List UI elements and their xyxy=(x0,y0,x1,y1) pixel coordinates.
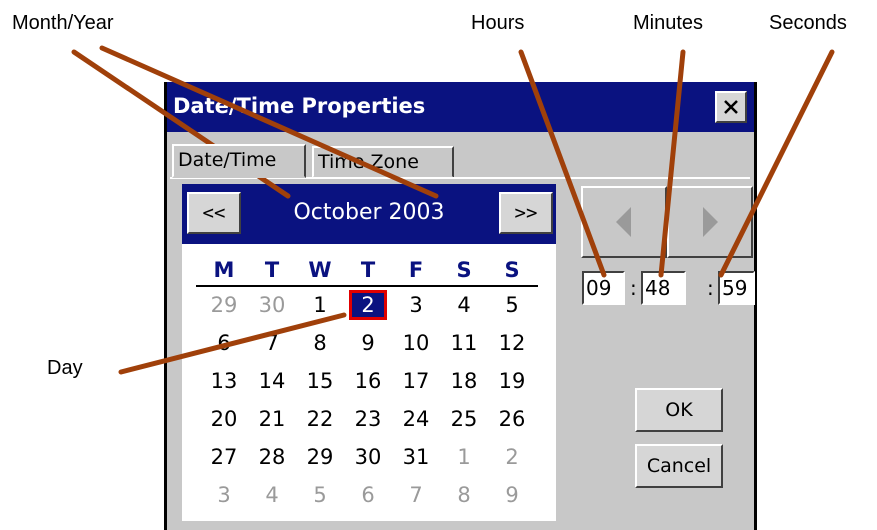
tab-time-zone[interactable]: Time Zone xyxy=(312,146,454,178)
selected-day-number: 2 xyxy=(361,293,375,317)
callout-month-year: Month/Year xyxy=(12,12,114,34)
day-of-week-header: MTWTFSS xyxy=(200,258,536,282)
calendar-day[interactable]: 19 xyxy=(488,366,536,396)
time-increment-button[interactable] xyxy=(667,186,753,258)
triangle-left-icon xyxy=(616,207,631,237)
calendar-day[interactable]: 3 xyxy=(200,480,248,510)
calendar-day[interactable]: 7 xyxy=(248,328,296,358)
seconds-field[interactable]: 59 xyxy=(718,271,755,305)
calendar-day[interactable]: 3 xyxy=(392,290,440,320)
calendar-day[interactable]: 10 xyxy=(392,328,440,358)
calendar-day[interactable]: 5 xyxy=(296,480,344,510)
title-bar: Date/Time Properties xyxy=(167,82,754,132)
calendar-day[interactable]: 6 xyxy=(344,480,392,510)
close-button[interactable] xyxy=(715,91,747,123)
day-of-week-label: S xyxy=(504,258,520,282)
calendar-day[interactable]: 9 xyxy=(488,480,536,510)
calendar-day[interactable]: 31 xyxy=(392,442,440,472)
day-of-week-divider xyxy=(196,285,538,287)
calendar-day[interactable]: 30 xyxy=(344,442,392,472)
callout-seconds: Seconds xyxy=(769,12,847,34)
hours-field[interactable]: 09 xyxy=(582,271,625,305)
calendar-day[interactable]: 5 xyxy=(488,290,536,320)
calendar-day[interactable]: 26 xyxy=(488,404,536,434)
time-separator: : xyxy=(630,276,637,300)
time-decrement-button[interactable] xyxy=(581,186,667,258)
callout-hours: Hours xyxy=(471,12,525,34)
calendar-day[interactable]: 29 xyxy=(296,442,344,472)
calendar-day[interactable]: 27 xyxy=(200,442,248,472)
month-calendar: << October 2003 >> MTWTFSS 29 30 1 2 3 4 5 6 7 8 9… xyxy=(182,184,556,521)
calendar-day[interactable]: 23 xyxy=(344,404,392,434)
minutes-field[interactable]: 48 xyxy=(641,271,686,305)
day-of-week-label: T xyxy=(264,258,280,282)
calendar-day[interactable]: 1 xyxy=(440,442,488,472)
calendar-day[interactable]: 2 xyxy=(488,442,536,472)
calendar-day[interactable]: 29 xyxy=(200,290,248,320)
dialog-title: Date/Time Properties xyxy=(173,94,426,118)
calendar-day[interactable]: 24 xyxy=(392,404,440,434)
next-month-button[interactable]: >> xyxy=(499,192,553,234)
calendar-day[interactable]: 22 xyxy=(296,404,344,434)
calendar-day[interactable]: 30 xyxy=(248,290,296,320)
calendar-day[interactable]: 17 xyxy=(392,366,440,396)
calendar-day[interactable]: 18 xyxy=(440,366,488,396)
previous-month-button[interactable]: << xyxy=(187,192,241,234)
calendar-day[interactable]: 28 xyxy=(248,442,296,472)
month-year-label[interactable]: October 2003 xyxy=(242,200,496,225)
calendar-day[interactable]: 15 xyxy=(296,366,344,396)
calendar-day[interactable]: 8 xyxy=(440,480,488,510)
day-of-week-label: S xyxy=(456,258,472,282)
calendar-day[interactable]: 12 xyxy=(488,328,536,358)
calendar-day[interactable]: 9 xyxy=(344,328,392,358)
calendar-day[interactable]: 6 xyxy=(200,328,248,358)
ok-button[interactable]: OK xyxy=(635,388,723,432)
calendar-day[interactable]: 16 xyxy=(344,366,392,396)
date-time-properties-dialog: Date/Time Properties Time Zone Date/Time… xyxy=(164,82,757,530)
calendar-day[interactable]: 13 xyxy=(200,366,248,396)
calendar-day[interactable]: 20 xyxy=(200,404,248,434)
day-of-week-label: F xyxy=(408,258,424,282)
close-icon xyxy=(724,100,738,114)
callout-day: Day xyxy=(47,357,83,379)
calendar-day[interactable]: 4 xyxy=(440,290,488,320)
day-of-week-label: W xyxy=(308,258,332,282)
calendar-day[interactable]: 21 xyxy=(248,404,296,434)
calendar-header: << October 2003 >> xyxy=(182,184,556,244)
calendar-day[interactable]: 14 xyxy=(248,366,296,396)
selected-day[interactable]: 2 xyxy=(344,290,392,320)
calendar-day[interactable]: 7 xyxy=(392,480,440,510)
calendar-day[interactable]: 8 xyxy=(296,328,344,358)
calendar-day[interactable]: 1 xyxy=(296,290,344,320)
callout-minutes: Minutes xyxy=(633,12,704,34)
day-of-week-label: M xyxy=(213,258,235,282)
day-of-week-label: T xyxy=(360,258,376,282)
tab-date-time[interactable]: Date/Time xyxy=(172,144,306,178)
calendar-day[interactable]: 11 xyxy=(440,328,488,358)
calendar-day[interactable]: 4 xyxy=(248,480,296,510)
cancel-button[interactable]: Cancel xyxy=(635,444,723,488)
calendar-day[interactable]: 25 xyxy=(440,404,488,434)
time-separator: : xyxy=(707,276,714,300)
triangle-right-icon xyxy=(703,207,718,237)
